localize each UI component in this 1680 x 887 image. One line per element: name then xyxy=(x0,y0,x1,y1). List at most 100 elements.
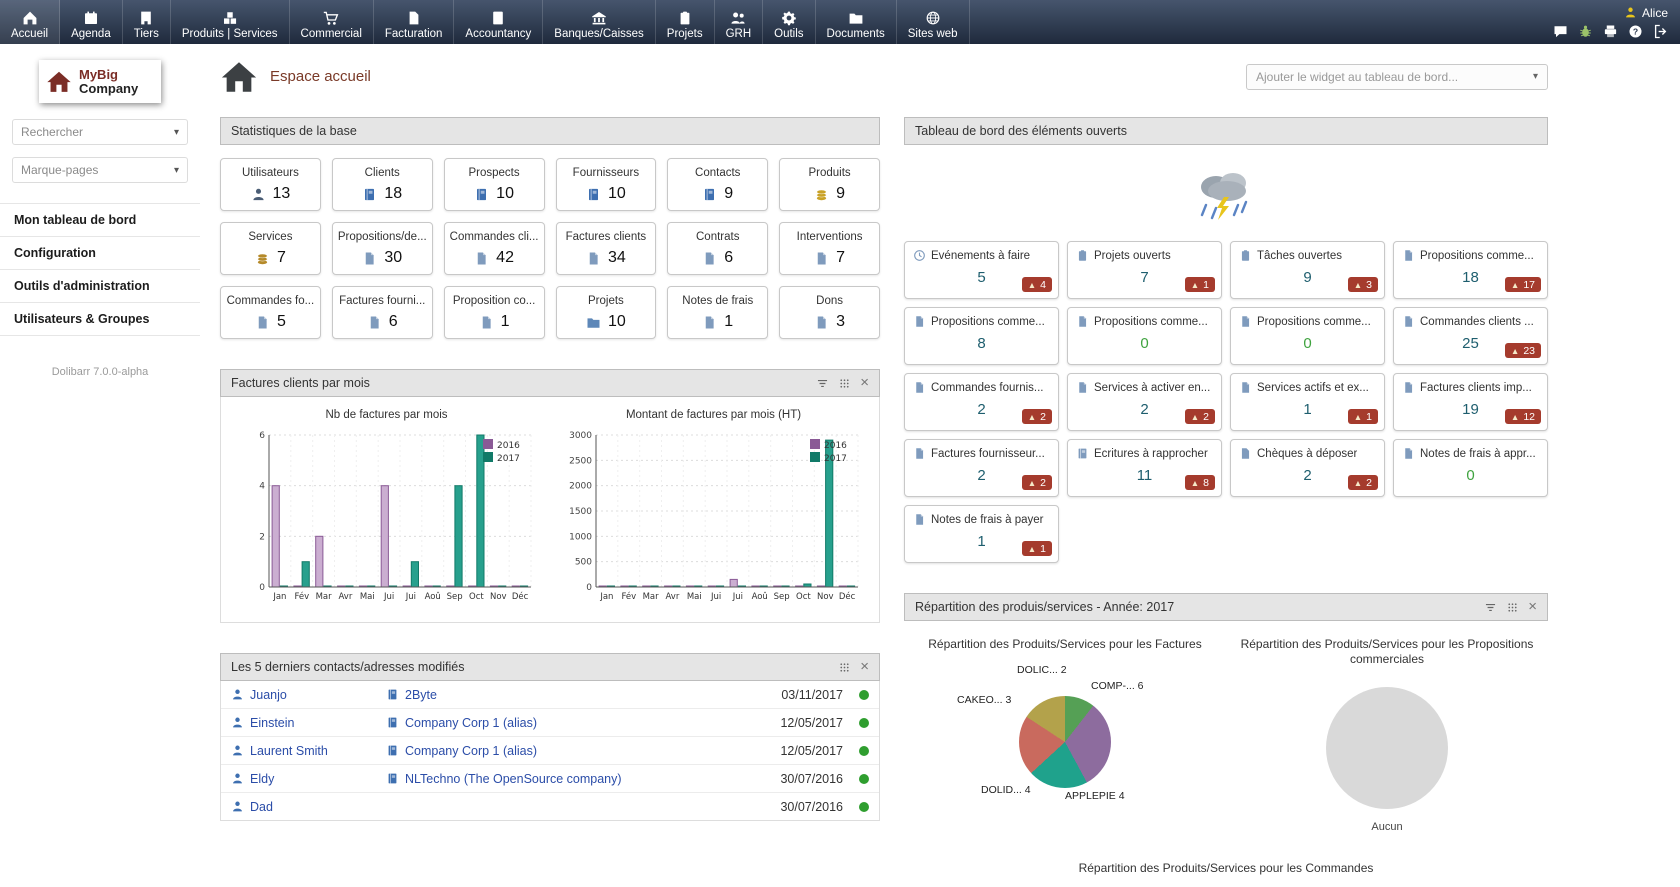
doc-icon xyxy=(586,251,601,266)
globe-icon xyxy=(925,10,941,26)
logo-house-icon xyxy=(46,70,72,93)
dashboard-card-propositions-comme-5[interactable]: Propositions comme...0 xyxy=(1067,307,1222,365)
warning-icon: ▲ xyxy=(1028,544,1036,554)
stat-box-projets[interactable]: Projets10 xyxy=(556,286,657,339)
sidebar-item-utilisateurs-groupes[interactable]: Utilisateurs & Groupes xyxy=(0,302,200,336)
contact-company-link[interactable]: NLTechno (The OpenSource company) xyxy=(405,772,622,786)
contact-row: Juanjo2Byte03/11/2017 xyxy=(221,681,879,709)
sidebar-item-mon-tableau-de-bord[interactable]: Mon tableau de bord xyxy=(0,203,200,236)
contact-company-link[interactable]: 2Byte xyxy=(405,688,437,702)
doc-icon xyxy=(1076,381,1089,394)
dashboard-card-ecritures-a-rapprocher-13[interactable]: Écritures à rapprocher11▲8 xyxy=(1067,439,1222,497)
stat-count: 7 xyxy=(836,249,845,267)
nav-tab-accountancy[interactable]: Accountancy xyxy=(454,0,543,44)
dashboard-card-notes-de-frais-a-appr-15[interactable]: Notes de frais à appr...0 xyxy=(1393,439,1548,497)
dashboard-card-evenements-a-faire-0[interactable]: Événements à faire5▲4 xyxy=(904,241,1059,299)
open-count[interactable]: 8 xyxy=(913,335,1050,352)
dashboard-card-commandes-clients-7[interactable]: Commandes clients ...25▲23 xyxy=(1393,307,1548,365)
stat-box-dons[interactable]: Dons3 xyxy=(779,286,880,339)
nav-tab-outils[interactable]: Outils xyxy=(763,0,815,44)
nav-tab-documents[interactable]: Documents xyxy=(816,0,897,44)
dashboard-card-services-a-activer-en-9[interactable]: Services à activer en...2▲2 xyxy=(1067,373,1222,431)
help-icon[interactable]: ? xyxy=(1628,24,1643,39)
open-count[interactable]: 0 xyxy=(1402,467,1539,484)
nav-tab-agenda[interactable]: Agenda xyxy=(60,0,123,44)
stat-box-factures-clients[interactable]: Factures clients34 xyxy=(556,222,657,275)
contact-name-link[interactable]: Eldy xyxy=(250,772,274,786)
drag-handle-icon[interactable] xyxy=(838,661,851,674)
open-count[interactable]: 0 xyxy=(1076,335,1213,352)
dashboard-card-factures-clients-imp-11[interactable]: Factures clients imp...19▲12 xyxy=(1393,373,1548,431)
filter-icon[interactable] xyxy=(816,377,829,390)
nav-tab-banques-caisses[interactable]: Banques/Caisses xyxy=(543,0,656,44)
nav-tab-tiers[interactable]: Tiers xyxy=(123,0,171,44)
drag-handle-icon[interactable] xyxy=(838,377,851,390)
dashboard-card-taches-ouvertes-2[interactable]: Tâches ouvertes9▲3 xyxy=(1230,241,1385,299)
close-icon[interactable]: × xyxy=(860,661,869,674)
nav-tab-grh[interactable]: GRH xyxy=(715,0,764,44)
open-count[interactable]: 0 xyxy=(1239,335,1376,352)
svg-text:2: 2 xyxy=(259,532,265,542)
stat-box-interventions[interactable]: Interventions7 xyxy=(779,222,880,275)
dashboard-card-cheques-a-deposer-14[interactable]: Chèques à déposer2▲2 xyxy=(1230,439,1385,497)
invoices-chart-header: Factures clients par mois × xyxy=(220,369,880,397)
nav-tab-accueil[interactable]: Accueil xyxy=(0,0,60,44)
stat-box-notes-de-frais[interactable]: Notes de frais1 xyxy=(667,286,768,339)
stat-box-proposition-co[interactable]: Proposition co...1 xyxy=(444,286,545,339)
close-icon[interactable]: × xyxy=(1528,601,1537,614)
pie-slice-label: APPLEPIE 4 xyxy=(1065,790,1125,802)
stat-box-prospects[interactable]: Prospects10 xyxy=(444,158,545,211)
stat-box-commandes-fo[interactable]: Commandes fo...5 xyxy=(220,286,321,339)
nav-tab-facturation[interactable]: Facturation xyxy=(374,0,455,44)
dashboard-card-factures-fournisseur-12[interactable]: Factures fournisseur...2▲2 xyxy=(904,439,1059,497)
stat-box-propositions-de[interactable]: Propositions/de...30 xyxy=(332,222,433,275)
dashboard-card-commandes-fournis-8[interactable]: Commandes fournis...2▲2 xyxy=(904,373,1059,431)
contact-name-link[interactable]: Juanjo xyxy=(250,688,287,702)
add-widget-dropdown[interactable]: Ajouter le widget au tableau de bord... … xyxy=(1246,64,1548,90)
stat-box-services[interactable]: Services7 xyxy=(220,222,321,275)
logout-icon[interactable] xyxy=(1653,24,1668,39)
contact-company-link[interactable]: Company Corp 1 (alias) xyxy=(405,716,537,730)
filter-icon[interactable] xyxy=(1484,601,1497,614)
dashboard-card-propositions-comme-4[interactable]: Propositions comme...8 xyxy=(904,307,1059,365)
doc-icon xyxy=(367,315,382,330)
chat-icon[interactable] xyxy=(1553,24,1568,39)
stat-box-fournisseurs[interactable]: Fournisseurs10 xyxy=(556,158,657,211)
stat-box-commandes-cli[interactable]: Commandes cli...42 xyxy=(444,222,545,275)
stat-box-factures-fourni[interactable]: Factures fourni...6 xyxy=(332,286,433,339)
print-icon[interactable] xyxy=(1603,24,1618,39)
dashboard-card-propositions-comme-6[interactable]: Propositions comme...0 xyxy=(1230,307,1385,365)
stat-box-contrats[interactable]: Contrats6 xyxy=(667,222,768,275)
stat-box-clients[interactable]: Clients18 xyxy=(332,158,433,211)
dashboard-card-propositions-comme-3[interactable]: Propositions comme...18▲17 xyxy=(1393,241,1548,299)
dashboard-card-notes-de-frais-a-payer-16[interactable]: Notes de frais à payer1▲1 xyxy=(904,505,1059,563)
invoice-icon xyxy=(406,10,422,26)
sidebar-item-configuration[interactable]: Configuration xyxy=(0,236,200,269)
logged-user[interactable]: Alice xyxy=(1624,6,1668,20)
nav-tab-commercial[interactable]: Commercial xyxy=(290,0,374,44)
stat-box-produits[interactable]: Produits9 xyxy=(779,158,880,211)
warning-icon: ▲ xyxy=(1511,412,1519,422)
company-logo[interactable]: MyBig Company xyxy=(39,60,161,103)
svg-text:Aoû: Aoû xyxy=(751,592,767,602)
dashboard-card-projets-ouverts-1[interactable]: Projets ouverts7▲1 xyxy=(1067,241,1222,299)
doc-icon xyxy=(1402,381,1415,394)
bug-icon[interactable] xyxy=(1578,24,1593,39)
nav-tab-projets[interactable]: Projets xyxy=(656,0,715,44)
tools-icon xyxy=(781,10,797,26)
dashboard-card-services-actifs-et-ex-10[interactable]: Services actifs et ex...1▲1 xyxy=(1230,373,1385,431)
stat-box-utilisateurs[interactable]: Utilisateurs13 xyxy=(220,158,321,211)
sidebar-item-outils-d-administration[interactable]: Outils d'administration xyxy=(0,269,200,302)
stat-box-contacts[interactable]: Contacts9 xyxy=(667,158,768,211)
bookmarks-dropdown[interactable]: Marque-pages ▾ xyxy=(12,157,188,183)
contact-name-link[interactable]: Einstein xyxy=(250,716,294,730)
search-input[interactable]: Rechercher ▾ xyxy=(12,119,188,145)
home-icon xyxy=(22,10,38,26)
contact-name-link[interactable]: Laurent Smith xyxy=(250,744,328,758)
drag-handle-icon[interactable] xyxy=(1506,601,1519,614)
close-icon[interactable]: × xyxy=(860,377,869,390)
nav-tab-produits-services[interactable]: Produits | Services xyxy=(171,0,290,44)
contact-name-link[interactable]: Dad xyxy=(250,800,273,814)
contact-company-link[interactable]: Company Corp 1 (alias) xyxy=(405,744,537,758)
nav-tab-sites-web[interactable]: Sites web xyxy=(897,0,970,44)
